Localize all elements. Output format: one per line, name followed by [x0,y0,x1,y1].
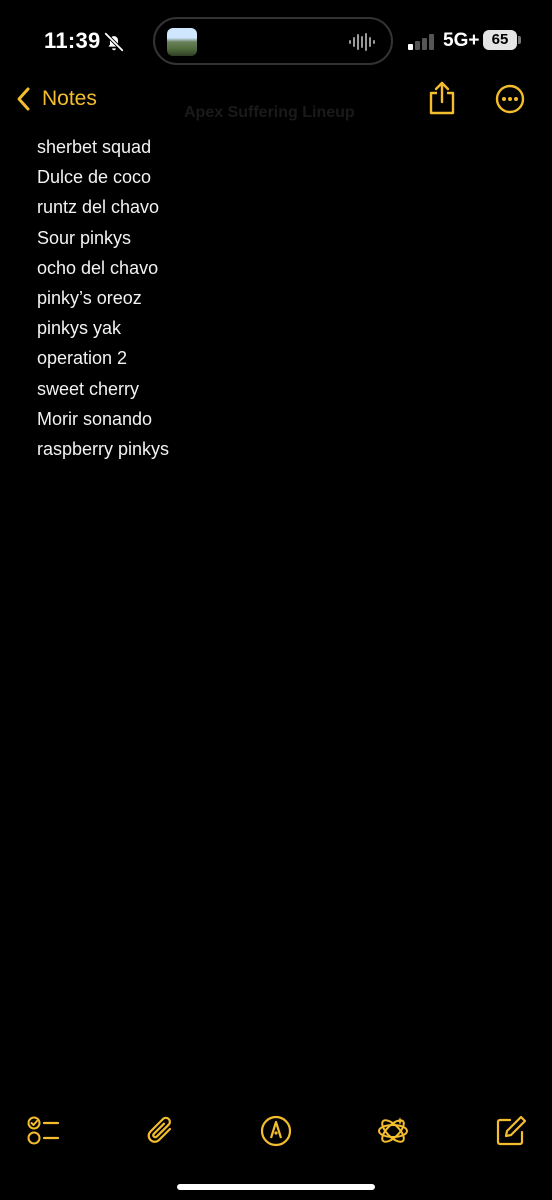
dynamic-island[interactable] [153,17,393,65]
status-bar: 11:39 5G+ 65 [0,0,552,70]
note-line[interactable]: Morir sonando [37,404,517,434]
bell-slash-icon [104,32,124,52]
note-line[interactable]: Sour pinkys [37,223,517,253]
home-indicator[interactable] [177,1184,375,1190]
compose-icon[interactable] [494,1114,528,1148]
note-title-faded: Apex Suffering Lineup [184,104,355,121]
network-type: 5G+ [443,30,480,51]
now-playing-thumbnail [167,28,197,56]
note-body[interactable]: sherbet squad Dulce de coco runtz del ch… [37,132,517,464]
checklist-icon[interactable] [26,1114,60,1148]
back-button-label: Notes [42,87,97,110]
note-line[interactable]: raspberry pinkys [37,434,517,464]
chevron-left-icon [17,87,30,111]
back-button[interactable]: Notes [14,82,97,116]
note-line[interactable]: ocho del chavo [37,253,517,283]
waveform-icon [349,33,375,51]
note-line[interactable]: sherbet squad [37,132,517,162]
battery-cap [518,36,521,44]
share-icon[interactable] [426,80,458,116]
note-line[interactable]: pinky’s oreoz [37,283,517,313]
status-time: 11:39 [44,28,101,53]
signal-icon [408,34,434,50]
ellipsis-circle-icon[interactable] [495,84,525,114]
note-line[interactable]: runtz del chavo [37,192,517,222]
apple-intelligence-icon[interactable] [376,1114,410,1148]
note-line[interactable]: sweet cherry [37,374,517,404]
note-line[interactable]: operation 2 [37,343,517,373]
note-line[interactable]: pinkys yak [37,313,517,343]
paperclip-icon[interactable] [144,1114,178,1148]
markup-pen-icon[interactable] [259,1114,293,1148]
battery-level: 65 [483,30,517,50]
note-line[interactable]: Dulce de coco [37,162,517,192]
